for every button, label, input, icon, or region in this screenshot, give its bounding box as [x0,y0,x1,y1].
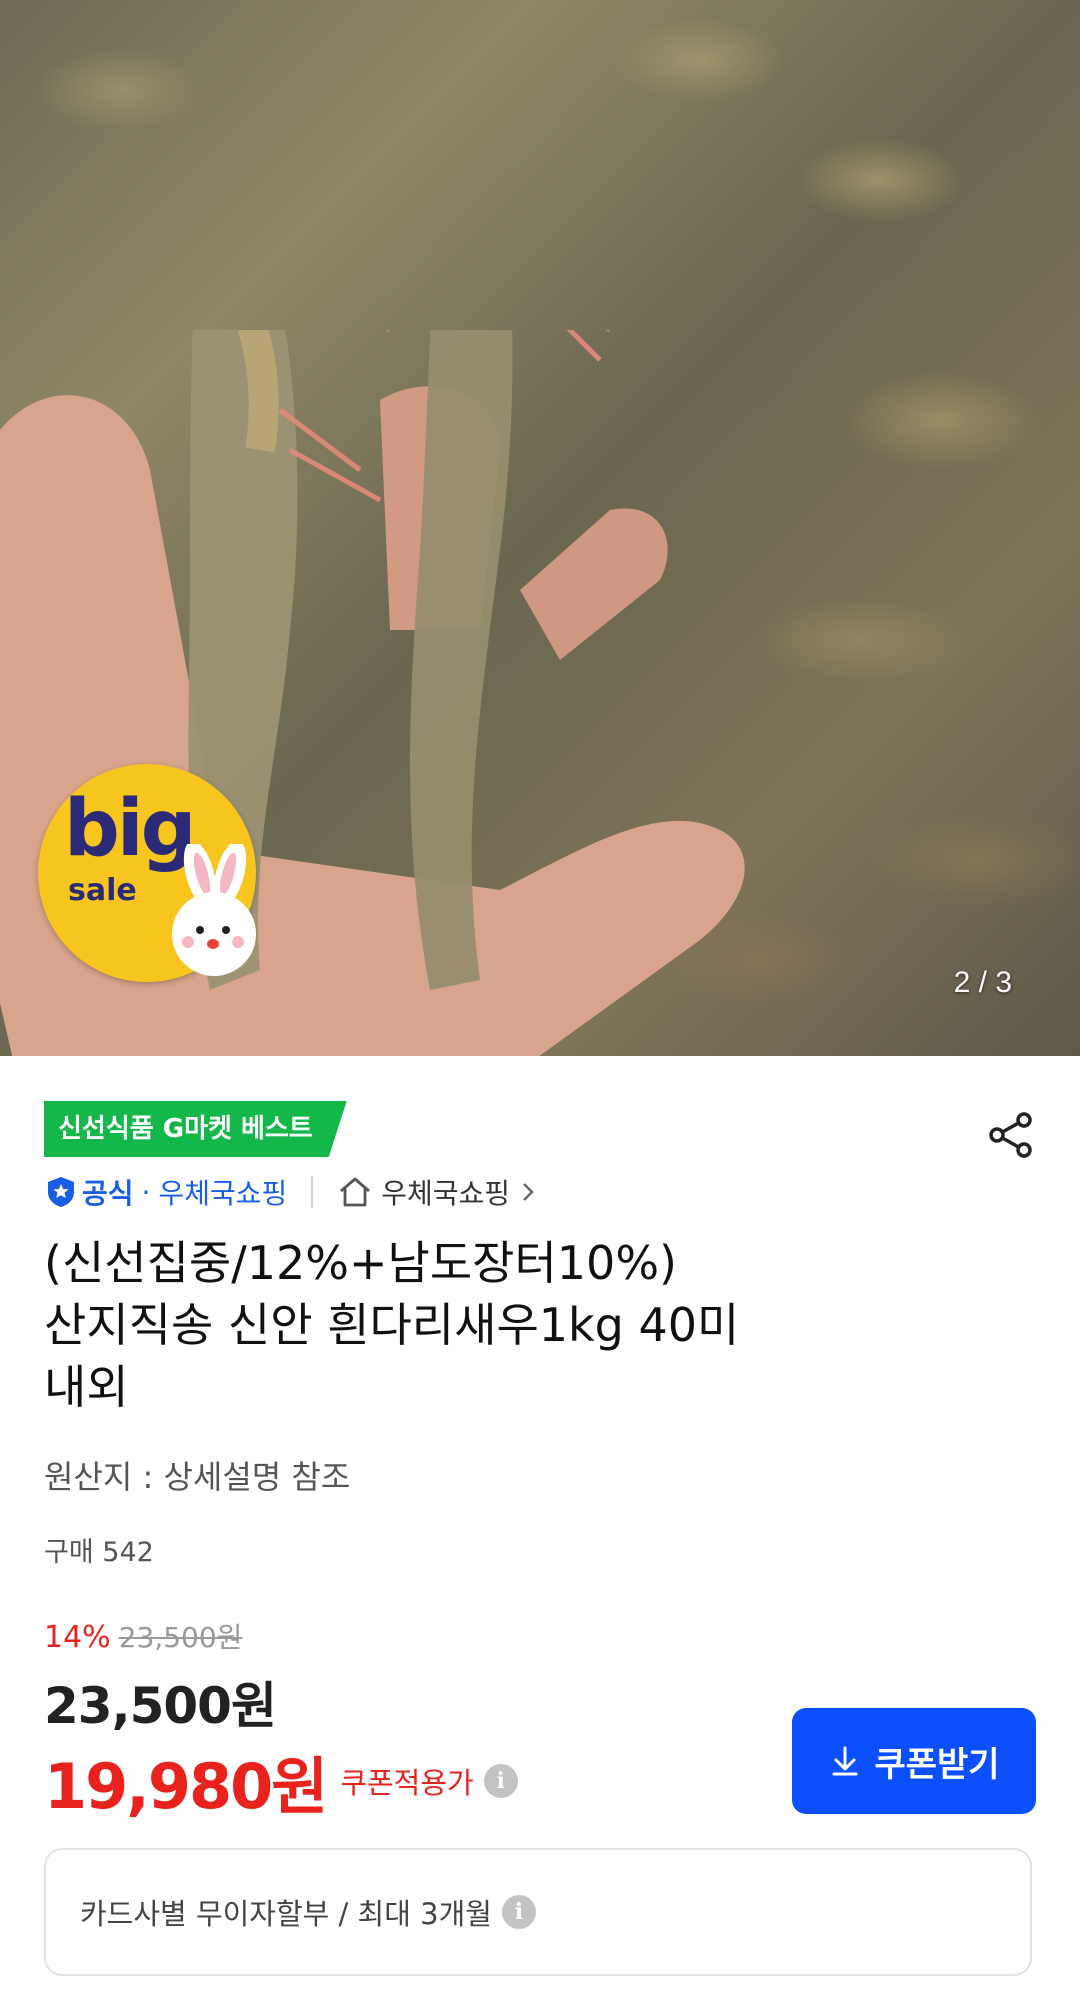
get-coupon-label: 쿠폰받기 [874,1744,1000,1785]
title-line-3: 내외 [44,1360,129,1414]
home-icon[interactable] [337,1174,373,1210]
purchase-count: 구매 542 [44,1537,154,1568]
installment-info-box[interactable]: 카드사별 무이자할부 / 최대 3개월 i [44,1848,1032,1976]
discount-row: 14% 23,500원 [44,1616,242,1656]
official-label: 공식 [82,1177,134,1210]
store-link[interactable]: 우체국쇼핑 [381,1172,510,1212]
coupon-price-row: 19,980원 쿠폰적용가 i [44,1736,518,1826]
title-line-1: (신선집중/12%+남도장터10%) [44,1236,677,1290]
coupon-price-label: 쿠폰적용가 [340,1766,474,1800]
original-price: 23,500원 [118,1621,243,1654]
badge-sale-text: sale [68,873,137,908]
separator-dot: · [141,1175,151,1209]
image-page-indicator: 2 / 3 [953,966,1012,999]
divider [311,1176,314,1208]
installment-info-icon[interactable]: i [501,1895,536,1929]
coupon-price: 19,980원 [44,1750,328,1823]
title-line-2: 산지직송 신안 흰다리새우1kg 40미 [44,1298,740,1352]
rabbit-icon [172,844,256,976]
discount-rate: 14% [44,1620,111,1655]
origin-info: 원산지 : 상세설명 참조 [44,1458,351,1496]
seller-link[interactable]: 우체국쇼핑 [158,1172,287,1212]
official-badge-icon [48,1177,74,1207]
info-icon[interactable]: i [483,1764,518,1798]
chevron-right-icon[interactable] [518,1179,538,1205]
product-title: (신선집중/12%+남도장터10%) 산지직송 신안 흰다리새우1kg 40미 … [44,1232,904,1418]
installment-text: 카드사별 무이자할부 / 최대 3개월 [80,1897,492,1931]
share-icon[interactable] [986,1110,1036,1160]
sale-price: 23,500원 [44,1677,277,1735]
get-coupon-button[interactable]: 쿠폰받기 [792,1708,1036,1814]
product-image[interactable]: big sale 2 / 3 [0,0,1080,1056]
best-category-tag[interactable]: 신선식품 G마켓 베스트 [44,1101,347,1157]
seller-row: 공식 · 우체국쇼핑 우체국쇼핑 [44,1168,538,1216]
big-sale-badge: big sale [38,764,256,982]
download-icon [832,1746,858,1776]
